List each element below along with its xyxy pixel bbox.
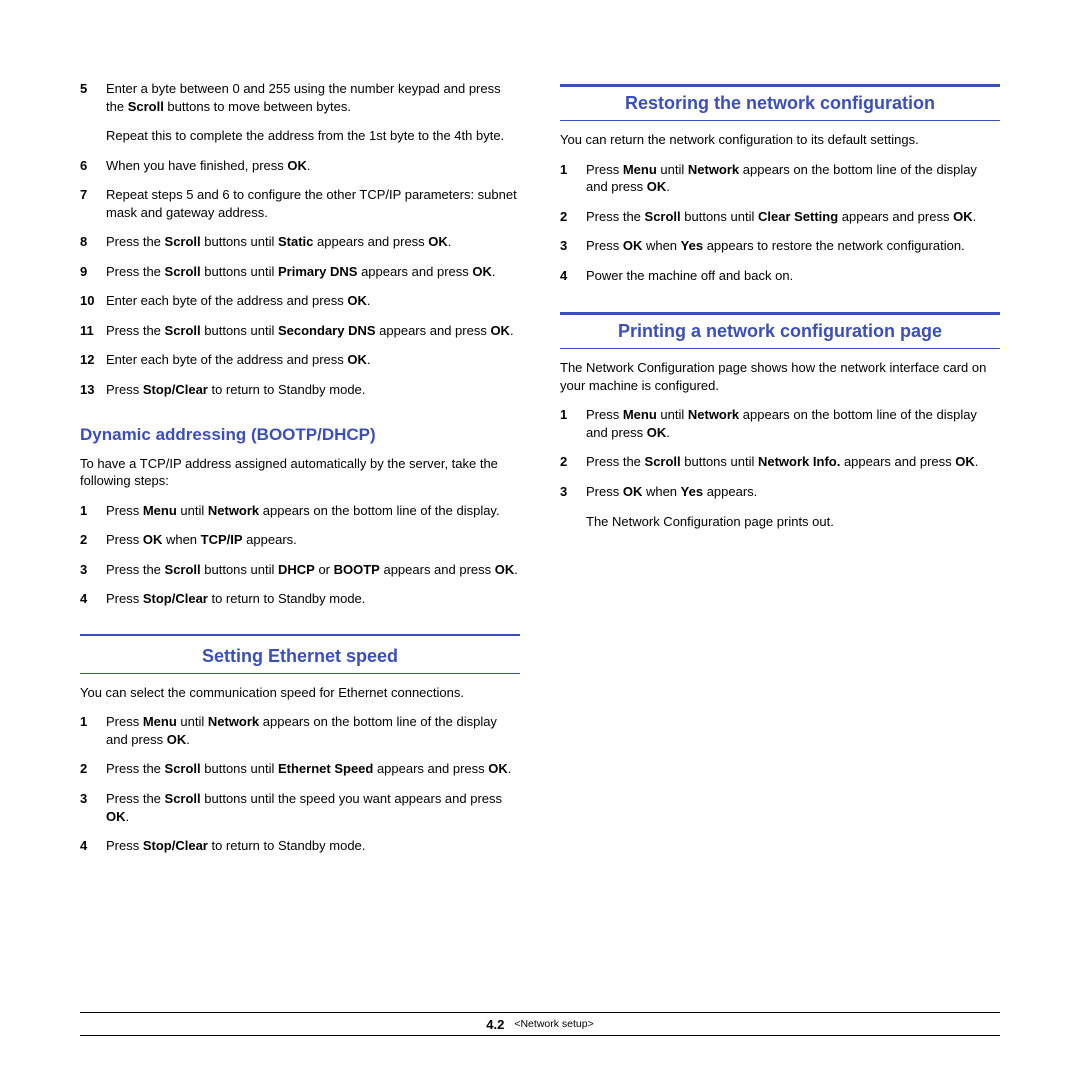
list-item: 8Press the Scroll buttons until Static a…: [80, 233, 520, 251]
step-number: 2: [80, 531, 106, 549]
step-number: 5: [80, 80, 106, 98]
list-item: 3Press the Scroll buttons until the spee…: [80, 790, 520, 825]
step-note: The Network Configuration page prints ou…: [586, 513, 1000, 531]
dynamic-addressing-steps: 1Press Menu until Network appears on the…: [80, 502, 520, 608]
step-number: 1: [560, 406, 586, 424]
list-item: 9Press the Scroll buttons until Primary …: [80, 263, 520, 281]
restoring-config-intro: You can return the network configuration…: [560, 131, 1000, 149]
ethernet-speed-intro: You can select the communication speed f…: [80, 684, 520, 702]
step-number: 4: [80, 837, 106, 855]
step-number: 4: [80, 590, 106, 608]
step-text: Press Stop/Clear to return to Standby mo…: [106, 590, 520, 608]
step-number: 1: [80, 502, 106, 520]
step-number: 2: [560, 453, 586, 471]
page-number: 4.2: [486, 1017, 504, 1032]
dynamic-addressing-intro: To have a TCP/IP address assigned automa…: [80, 455, 520, 490]
list-item: 1Press Menu until Network appears on the…: [560, 406, 1000, 441]
list-item: 2Press the Scroll buttons until Ethernet…: [80, 760, 520, 778]
list-item: 6When you have finished, press OK.: [80, 157, 520, 175]
list-item: 3Press OK when Yes appears to restore th…: [560, 237, 1000, 255]
two-column-layout: 5Enter a byte between 0 and 255 using th…: [80, 80, 1000, 867]
step-note: Repeat this to complete the address from…: [106, 127, 520, 145]
step-number: 12: [80, 351, 106, 369]
step-number: 8: [80, 233, 106, 251]
step-text: Press Stop/Clear to return to Standby mo…: [106, 381, 520, 399]
step-text: Press Menu until Network appears on the …: [106, 713, 520, 748]
step-number: 2: [560, 208, 586, 226]
step-text: Press the Scroll buttons until Clear Set…: [586, 208, 1000, 226]
step-text: Press Menu until Network appears on the …: [586, 406, 1000, 441]
list-item: 2Press the Scroll buttons until Network …: [560, 453, 1000, 471]
list-item: 4Power the machine off and back on.: [560, 267, 1000, 285]
step-text: Press Stop/Clear to return to Standby mo…: [106, 837, 520, 855]
list-item: 11Press the Scroll buttons until Seconda…: [80, 322, 520, 340]
step-text: Press the Scroll buttons until Network I…: [586, 453, 1000, 471]
list-item: 2Press OK when TCP/IP appears.: [80, 531, 520, 549]
step-number: 1: [560, 161, 586, 179]
printing-config-intro: The Network Configuration page shows how…: [560, 359, 1000, 394]
list-item: 1Press Menu until Network appears on the…: [80, 713, 520, 748]
printing-config-steps: 1Press Menu until Network appears on the…: [560, 406, 1000, 530]
step-text: Press OK when Yes appears to restore the…: [586, 237, 1000, 255]
step-number: 10: [80, 292, 106, 310]
step-number: 2: [80, 760, 106, 778]
step-text: Repeat steps 5 and 6 to configure the ot…: [106, 186, 520, 221]
dynamic-addressing-heading: Dynamic addressing (BOOTP/DHCP): [80, 425, 520, 445]
static-addressing-steps: 5Enter a byte between 0 and 255 using th…: [80, 80, 520, 399]
list-item: 13Press Stop/Clear to return to Standby …: [80, 381, 520, 399]
step-number: 3: [80, 790, 106, 808]
printing-config-heading: Printing a network configuration page: [560, 312, 1000, 349]
footer-label: <Network setup>: [514, 1018, 593, 1030]
step-text: Enter each byte of the address and press…: [106, 292, 520, 310]
list-item: 10Enter each byte of the address and pre…: [80, 292, 520, 310]
step-number: 13: [80, 381, 106, 399]
step-text: Press the Scroll buttons until Static ap…: [106, 233, 520, 251]
list-item: 1Press Menu until Network appears on the…: [80, 502, 520, 520]
restoring-config-steps: 1Press Menu until Network appears on the…: [560, 161, 1000, 285]
list-item: 3Press OK when Yes appears.: [560, 483, 1000, 501]
ethernet-speed-heading: Setting Ethernet speed: [80, 640, 520, 674]
ethernet-speed-steps: 1Press Menu until Network appears on the…: [80, 713, 520, 854]
right-column: Restoring the network configuration You …: [560, 80, 1000, 867]
list-item: 5Enter a byte between 0 and 255 using th…: [80, 80, 520, 115]
page-footer: 4.2 <Network setup>: [80, 1012, 1000, 1036]
step-number: 1: [80, 713, 106, 731]
step-text: Press the Scroll buttons until the speed…: [106, 790, 520, 825]
section-rule: Setting Ethernet speed: [80, 634, 520, 674]
step-text: Enter each byte of the address and press…: [106, 351, 520, 369]
step-text: Press the Scroll buttons until DHCP or B…: [106, 561, 520, 579]
step-number: 7: [80, 186, 106, 204]
step-number: 9: [80, 263, 106, 281]
step-text: Enter a byte between 0 and 255 using the…: [106, 80, 520, 115]
restoring-config-heading: Restoring the network configuration: [560, 84, 1000, 121]
list-item: 4Press Stop/Clear to return to Standby m…: [80, 837, 520, 855]
step-text: Press Menu until Network appears on the …: [106, 502, 520, 520]
step-text: Power the machine off and back on.: [586, 267, 1000, 285]
step-number: 6: [80, 157, 106, 175]
document-page: 5Enter a byte between 0 and 255 using th…: [0, 0, 1080, 1080]
step-number: 3: [560, 483, 586, 501]
list-item: 7Repeat steps 5 and 6 to configure the o…: [80, 186, 520, 221]
list-item: 4Press Stop/Clear to return to Standby m…: [80, 590, 520, 608]
step-text: Press Menu until Network appears on the …: [586, 161, 1000, 196]
step-number: 11: [80, 322, 106, 340]
step-number: 3: [80, 561, 106, 579]
list-item: 2Press the Scroll buttons until Clear Se…: [560, 208, 1000, 226]
list-item: 1Press Menu until Network appears on the…: [560, 161, 1000, 196]
list-item: 3Press the Scroll buttons until DHCP or …: [80, 561, 520, 579]
step-number: 4: [560, 267, 586, 285]
list-item: 12Enter each byte of the address and pre…: [80, 351, 520, 369]
left-column: 5Enter a byte between 0 and 255 using th…: [80, 80, 520, 867]
step-text: Press OK when TCP/IP appears.: [106, 531, 520, 549]
step-text: Press the Scroll buttons until Primary D…: [106, 263, 520, 281]
step-text: Press the Scroll buttons until Ethernet …: [106, 760, 520, 778]
step-text: Press OK when Yes appears.: [586, 483, 1000, 501]
step-text: When you have finished, press OK.: [106, 157, 520, 175]
step-text: Press the Scroll buttons until Secondary…: [106, 322, 520, 340]
step-number: 3: [560, 237, 586, 255]
